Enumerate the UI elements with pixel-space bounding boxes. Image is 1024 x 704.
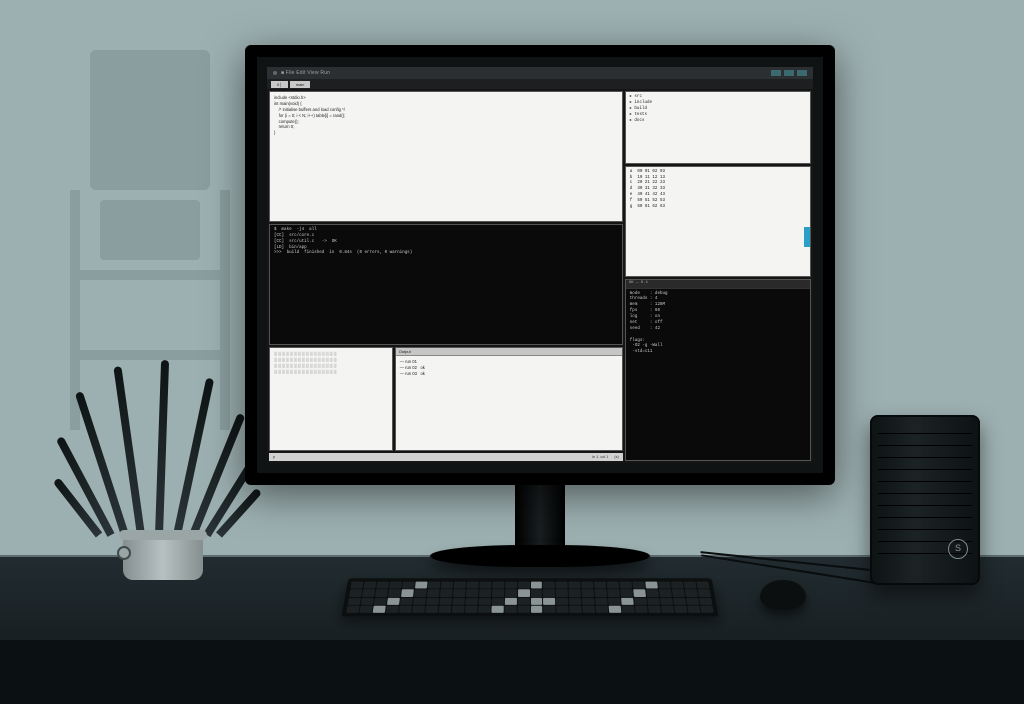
status-bar: p ln 1, col 1 (s): [269, 453, 623, 461]
tower-badge: S: [948, 539, 968, 559]
tab-1: 0│: [271, 81, 288, 88]
mouse: [760, 580, 806, 610]
window-titlebar: ■ File Edit View Run: [267, 67, 813, 79]
window-title: ■ File Edit View Run: [281, 70, 330, 76]
terminal-text: $ make -j4 all [CC] src/core.c [CC] src/…: [270, 225, 622, 260]
screen-content: ■ File Edit View Run 0│ main include <st…: [267, 67, 813, 463]
monitor: ■ File Edit View Run 0│ main include <st…: [245, 45, 835, 485]
texture-pane: ░░░░░░░░░░░░░░░░ ░░░░░░░░░░░░░░░░ ░░░░░░…: [269, 347, 393, 451]
keyboard: [342, 578, 719, 616]
keyboard-keys: [346, 582, 714, 613]
monitor-stand-base: [430, 545, 650, 567]
data-table-pane: a 00 01 02 03 b 10 11 12 13 c 20 21 22 2…: [625, 166, 811, 277]
pot-knob: [117, 546, 131, 560]
inspector-pane: GK — 0.1 mode : debug threads : 4 mem : …: [625, 279, 811, 461]
editor-tabs: 0│ main: [267, 79, 813, 89]
window-controls: [771, 70, 807, 76]
terminal-pane: $ make -j4 all [CC] src/core.c [CC] src/…: [269, 224, 623, 345]
file-tree-pane: ▸ src ▸ include ▸ build ▸ tests ▸ docs: [625, 91, 811, 164]
plant-pot: [123, 530, 203, 580]
editor-pane: include <stdio.h> int main(void) { /* in…: [269, 91, 623, 222]
output-pane: Output — run 01 — run 02 ok — run 03 ok: [395, 347, 623, 451]
editor-text: include <stdio.h> int main(void) { /* in…: [270, 92, 622, 139]
desk-scene: { "description": "Stylized illustration …: [0, 0, 1024, 704]
tab-2: main: [290, 81, 311, 88]
potted-plant: [85, 360, 235, 580]
scrollbar-thumb: [804, 227, 810, 247]
desk-front-edge: [0, 640, 1024, 704]
pc-tower: S: [870, 415, 980, 585]
